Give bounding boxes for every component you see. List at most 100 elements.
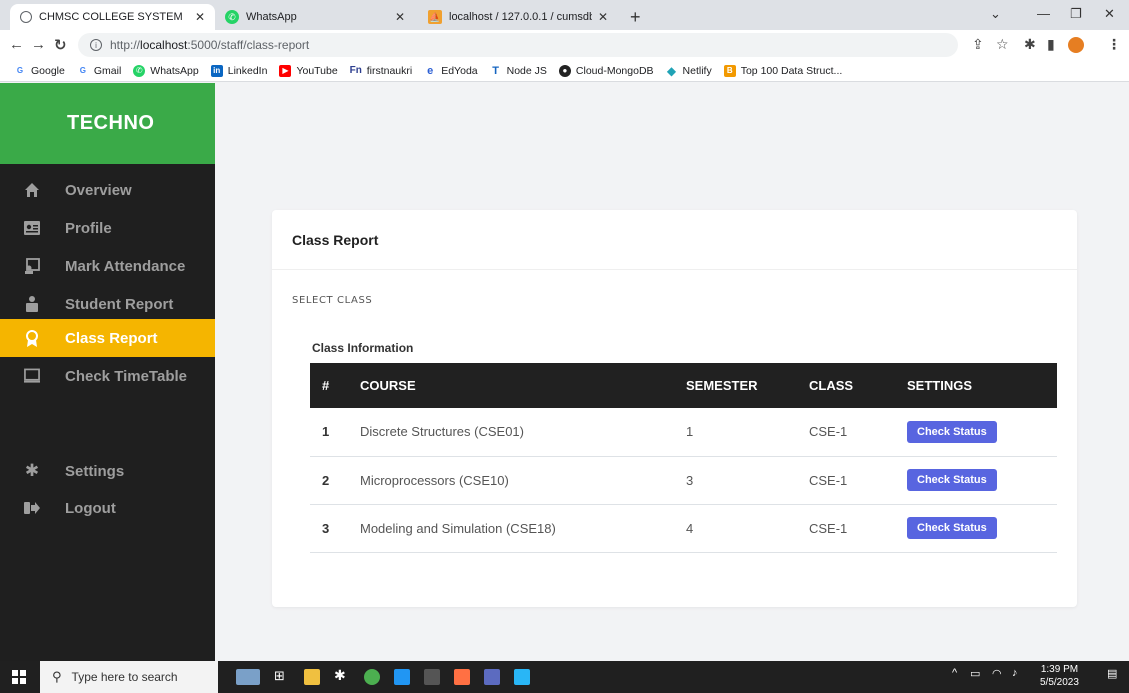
forward-arrow-icon[interactable]: → <box>31 36 46 53</box>
news-widget-icon[interactable] <box>236 669 260 685</box>
sidebar-item-check-timetable[interactable]: Check TimeTable <box>0 357 215 395</box>
tray-chevron-icon[interactable]: ^ <box>952 667 957 679</box>
bookmark-icon: B <box>723 64 736 77</box>
extensions-icon[interactable]: ✱ <box>1024 36 1036 53</box>
column-header-num: # <box>322 378 330 393</box>
globe-icon <box>20 11 32 23</box>
row-settings: Check Status <box>895 408 1057 456</box>
gmail-icon: G <box>79 66 86 75</box>
bookmark-google[interactable]: G Google <box>14 65 65 77</box>
tab-phpmyadmin[interactable]: ⛵ localhost / 127.0.0.1 / cumsdbms ✕ <box>418 4 618 30</box>
check-status-button[interactable]: Check Status <box>907 517 997 539</box>
row-class: CSE-1 <box>809 424 848 440</box>
column-header-semester: SEMESTER <box>686 378 758 393</box>
bookmark-youtube[interactable]: ▶ YouTube <box>279 64 338 77</box>
check-status-button[interactable]: Check Status <box>907 469 997 491</box>
table-row: 2 Microprocessors (CSE10) 3 CSE-1 Check … <box>310 456 1057 504</box>
taskbar-search-input[interactable]: ⚲ Type here to search <box>40 661 218 693</box>
bookmark-top-100[interactable]: B Top 100 Data Struct... <box>723 64 842 77</box>
student-icon <box>24 296 40 312</box>
notification-icon[interactable]: ▤ <box>1107 667 1117 680</box>
brand-logo[interactable]: TECHNO <box>0 83 215 164</box>
row-settings: Check Status <box>895 504 1057 552</box>
profile-avatar-icon[interactable] <box>1068 37 1084 53</box>
close-icon[interactable]: ✕ <box>195 10 205 24</box>
bookmark-linkedin[interactable]: in LinkedIn <box>210 64 267 77</box>
bookmark-netlify[interactable]: ◆ Netlify <box>666 64 712 78</box>
column-header-settings: SETTINGS <box>907 378 973 393</box>
bookmark-firstnaukri[interactable]: Fn firstnaukri <box>350 65 413 77</box>
url-path: :5000/staff/class-report <box>187 38 310 52</box>
linkedin-icon: in <box>210 64 223 77</box>
clock[interactable]: 1:39 PM 5/5/2023 <box>1040 663 1079 689</box>
settings-gear-icon[interactable]: ✱ <box>334 667 350 683</box>
back-arrow-icon[interactable]: ← <box>9 36 24 53</box>
column-header-class: CLASS <box>809 378 854 393</box>
wifi-icon[interactable]: ◠ <box>992 667 1002 680</box>
sidebar-item-profile[interactable]: Profile <box>0 209 215 247</box>
check-status-button[interactable]: Check Status <box>907 420 997 443</box>
monitor-icon <box>24 368 40 384</box>
bookmark-gmail[interactable]: G Gmail <box>77 65 122 77</box>
row-number: 1 <box>322 424 330 440</box>
volume-icon[interactable]: ♪ <box>1012 667 1018 679</box>
task-view-icon[interactable]: ⊞ <box>274 668 290 684</box>
sidebar-item-mark-attendance[interactable]: Mark Attendance <box>0 247 215 285</box>
clock-time: 1:39 PM <box>1040 664 1079 675</box>
chrome-icon[interactable] <box>364 669 380 685</box>
star-icon[interactable]: ☆ <box>996 36 1009 53</box>
minimize-icon[interactable]: — <box>1037 6 1050 21</box>
sidebar-item-settings[interactable]: ✱ Settings <box>0 452 215 490</box>
row-class: CSE-1 <box>809 472 848 488</box>
url-scheme: http:// <box>110 38 141 52</box>
new-tab-button[interactable]: + <box>630 7 641 28</box>
sidebar-item-logout[interactable]: Logout <box>0 489 215 527</box>
table-row: 3 Modeling and Simulation (CSE18) 4 CSE-… <box>310 504 1057 552</box>
info-icon[interactable]: i <box>90 39 102 51</box>
home-icon <box>24 182 40 198</box>
row-number: 2 <box>322 472 330 488</box>
tab-chmsc-college-system[interactable]: CHMSC COLLEGE SYSTEM ✕ <box>10 4 215 30</box>
kebab-menu-icon[interactable]: ⋮ <box>1107 36 1121 53</box>
bookmark-whatsapp[interactable]: ✆ WhatsApp <box>133 64 199 77</box>
tab-title: localhost / 127.0.0.1 / cumsdbms <box>449 11 592 23</box>
restore-icon[interactable]: ❐ <box>1070 6 1082 22</box>
reload-icon[interactable]: ↻ <box>54 36 67 54</box>
row-semester: 1 <box>686 424 694 440</box>
bookmark-edyoda[interactable]: e EdYoda <box>424 65 477 77</box>
vscode-icon[interactable] <box>394 669 410 685</box>
close-icon[interactable]: ✕ <box>395 10 405 24</box>
column-header-course: COURSE <box>360 378 416 393</box>
tab-search-chevron-icon[interactable]: ⌄ <box>990 6 1001 22</box>
tab-title: WhatsApp <box>246 11 297 23</box>
tab-whatsapp[interactable]: ✆ WhatsApp ✕ <box>215 4 415 30</box>
logout-icon <box>24 500 40 516</box>
file-explorer-icon[interactable] <box>304 669 320 685</box>
nodejs-icon: T <box>492 64 499 77</box>
share-icon[interactable]: ⇪ <box>972 36 984 53</box>
browser-tab-bar: CHMSC COLLEGE SYSTEM ✕ ✆ WhatsApp ✕ ⛵ lo… <box>0 0 1129 30</box>
window-close-icon[interactable]: ✕ <box>1104 6 1115 22</box>
url-input[interactable]: i http:// localhost :5000/staff/class-re… <box>78 33 958 57</box>
bookmark-nodejs[interactable]: T Node JS <box>490 65 547 77</box>
xampp-icon[interactable] <box>454 669 470 685</box>
class-info-table: # COURSE SEMESTER CLASS SETTINGS 1 Discr… <box>310 363 1057 553</box>
close-icon[interactable]: ✕ <box>598 10 608 24</box>
bookmark-cloud-mongodb[interactable]: ● Cloud-MongoDB <box>558 64 654 77</box>
sidebar-item-class-report[interactable]: Class Report <box>0 319 215 357</box>
sidebar-item-student-report[interactable]: Student Report <box>0 285 215 323</box>
sidebar-item-overview[interactable]: Overview <box>0 171 215 209</box>
whatsapp-icon: ✆ <box>225 10 239 24</box>
select-class-label[interactable]: SELECT CLASS <box>292 295 372 306</box>
youtube-icon: ▶ <box>279 64 292 77</box>
id-card-icon <box>24 220 40 236</box>
photos-icon[interactable] <box>514 669 530 685</box>
sidepanel-icon[interactable]: ▮ <box>1047 36 1055 53</box>
battery-icon[interactable]: ▭ <box>970 667 980 680</box>
table-row: 1 Discrete Structures (CSE01) 1 CSE-1 Ch… <box>310 408 1057 456</box>
mongodb-icon: ● <box>558 64 571 77</box>
app-icon[interactable] <box>484 669 500 685</box>
row-course: Microprocessors (CSE10) <box>360 472 509 488</box>
terminal-icon[interactable] <box>424 669 440 685</box>
windows-start-icon[interactable] <box>12 670 26 689</box>
